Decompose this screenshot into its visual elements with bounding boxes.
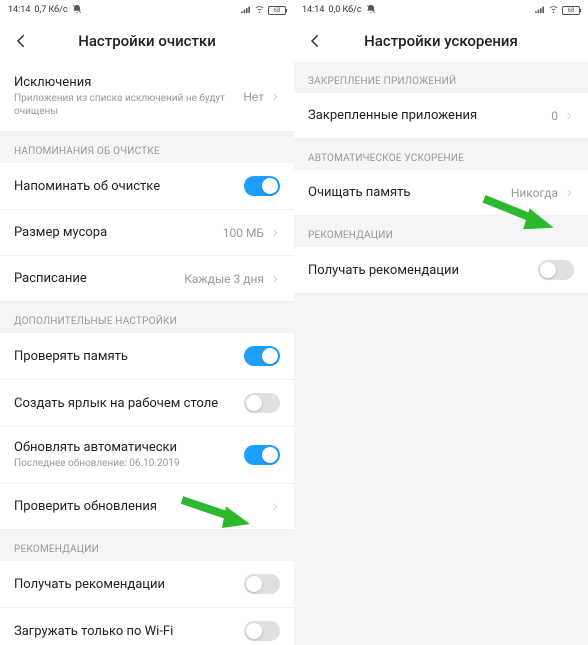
remind-toggle[interactable] — [244, 176, 280, 196]
section-pinned: ЗАКРЕПЛЕНИЕ ПРИЛОЖЕНИЙ — [294, 62, 588, 93]
chevron-right-icon — [564, 111, 574, 121]
schedule-value: Каждые 3 дня — [184, 272, 264, 286]
section-additional: ДОПОЛНИТЕЛЬНЫЕ НАСТРОЙКИ — [0, 302, 294, 333]
status-time: 14:14 — [8, 5, 30, 15]
shortcut-toggle[interactable] — [244, 393, 280, 413]
dnd-icon — [366, 4, 376, 17]
battery-icon: 68 — [562, 6, 580, 15]
chevron-right-icon — [270, 502, 280, 512]
exclusions-value: Нет — [243, 90, 264, 104]
signal-icon — [241, 5, 251, 16]
battery-icon: 68 — [268, 6, 286, 15]
header: Настройки ускорения — [294, 20, 588, 62]
section-auto-boost: АВТОМАТИЧЕСКОЕ УСКОРЕНИЕ — [294, 139, 588, 170]
wifi-icon — [254, 5, 265, 16]
row-pinned-apps[interactable]: Закрепленные приложения 0 — [294, 93, 588, 139]
wifi-toggle[interactable] — [244, 621, 280, 641]
chevron-right-icon — [564, 188, 574, 198]
exclusions-sub: Приложения из списка исключений не будут… — [14, 92, 243, 118]
signal-icon — [535, 5, 545, 16]
wifi-icon — [548, 5, 559, 16]
row-check-memory[interactable]: Проверять память — [0, 333, 294, 380]
back-icon[interactable] — [304, 30, 326, 52]
row-get-recommendations[interactable]: Получать рекомендации — [294, 247, 588, 294]
checkmem-toggle[interactable] — [244, 346, 280, 366]
row-trash-size[interactable]: Размер мусора 100 МБ — [0, 210, 294, 256]
annotation-arrow-icon — [178, 492, 258, 532]
pinnedapps-value: 0 — [551, 109, 558, 123]
screen-cleanup-settings: 14:14 0,7 Кб/с 68 Настройки очистки Искл… — [0, 0, 294, 645]
row-schedule[interactable]: Расписание Каждые 3 дня — [0, 256, 294, 302]
checkmem-label: Проверять память — [14, 349, 244, 364]
chevron-right-icon — [270, 274, 280, 284]
header: Настройки очистки — [0, 20, 294, 62]
row-get-recommendations[interactable]: Получать рекомендации — [0, 561, 294, 608]
remind-label: Напоминать об очистке — [14, 179, 244, 194]
status-speed: 0,0 Кб/с — [328, 5, 361, 15]
shortcut-label: Создать ярлык на рабочем столе — [14, 396, 244, 411]
status-bar: 14:14 0,0 Кб/с 68 — [294, 0, 588, 20]
wifi-label: Загружать только по Wi-Fi — [14, 624, 244, 639]
chevron-right-icon — [270, 228, 280, 238]
row-wifi-only[interactable]: Загружать только по Wi-Fi — [0, 608, 294, 645]
schedule-label: Расписание — [14, 271, 184, 286]
page-title: Настройки ускорения — [294, 32, 588, 50]
autoupdate-label: Обновлять автоматически — [14, 440, 244, 455]
getrec-toggle[interactable] — [538, 260, 574, 280]
row-exclusions[interactable]: Исключения Приложения из списка исключен… — [0, 62, 294, 132]
section-recommendations: РЕКОМЕНДАЦИИ — [0, 530, 294, 561]
row-create-shortcut[interactable]: Создать ярлык на рабочем столе — [0, 380, 294, 427]
row-autoupdate[interactable]: Обновлять автоматически Последнее обновл… — [0, 427, 294, 484]
autoupdate-toggle[interactable] — [244, 445, 280, 465]
status-bar: 14:14 0,7 Кб/с 68 — [0, 0, 294, 20]
section-reminders: НАПОМИНАНИЯ ОБ ОЧИСТКЕ — [0, 132, 294, 163]
pinnedapps-label: Закрепленные приложения — [308, 108, 551, 123]
autoupdate-sub: Последнее обновление: 06.10.2019 — [14, 457, 244, 470]
getrec-label: Получать рекомендации — [308, 263, 538, 278]
dnd-icon — [72, 4, 82, 17]
page-title: Настройки очистки — [0, 32, 294, 50]
chevron-right-icon — [270, 92, 280, 102]
trash-value: 100 МБ — [223, 226, 264, 240]
exclusions-label: Исключения — [14, 75, 243, 90]
getrec-label: Получать рекомендации — [14, 577, 244, 592]
screen-boost-settings: 14:14 0,0 Кб/с 68 Настройки ускорения ЗА… — [294, 0, 588, 645]
row-remind-clean[interactable]: Напоминать об очистке — [0, 163, 294, 210]
status-speed: 0,7 Кб/с — [34, 5, 67, 15]
getrec-toggle[interactable] — [244, 574, 280, 594]
trash-label: Размер мусора — [14, 225, 223, 240]
status-time: 14:14 — [302, 5, 324, 15]
annotation-arrow-icon — [480, 194, 560, 234]
back-icon[interactable] — [10, 30, 32, 52]
